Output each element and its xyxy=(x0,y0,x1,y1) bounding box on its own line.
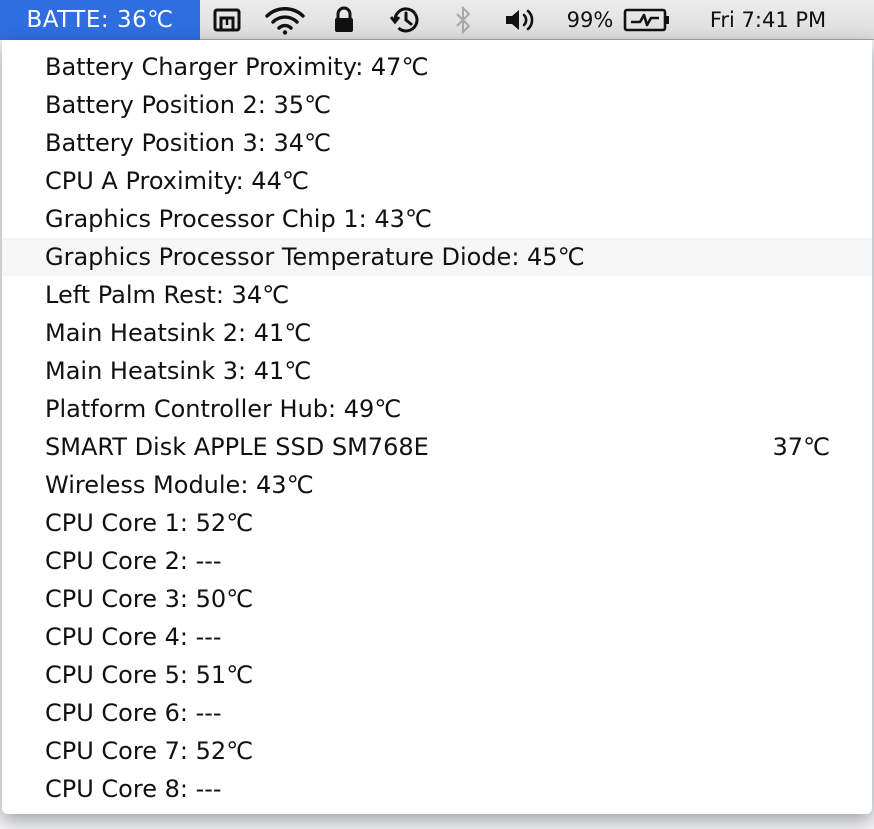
menu-item[interactable]: Wireless Module: 43℃ xyxy=(2,466,872,504)
menu-item[interactable]: CPU Core 6: --- xyxy=(2,694,872,732)
volume-icon[interactable] xyxy=(498,0,542,40)
sensor-menu-extra[interactable]: BATTE: 36℃ xyxy=(0,0,200,40)
clock[interactable]: Fri 7:41 PM xyxy=(684,0,852,40)
battery-charging-icon[interactable] xyxy=(620,0,674,40)
menu-item[interactable]: Battery Position 3: 34℃ xyxy=(2,124,872,162)
menu-item[interactable]: CPU Core 8: --- xyxy=(2,770,872,808)
sensor-menu-title: BATTE: 36℃ xyxy=(26,7,174,33)
menu-item[interactable]: Graphics Processor Chip 1: 43℃ xyxy=(2,200,872,238)
menu-item[interactable]: CPU A Proximity: 44℃ xyxy=(2,162,872,200)
menu-item[interactable]: CPU Core 5: 51℃ xyxy=(2,656,872,694)
battery-percent-label: 99% xyxy=(566,8,614,32)
menu-item[interactable]: Battery Charger Proximity: 47℃ xyxy=(2,48,872,86)
menu-item[interactable]: CPU Core 7: 52℃ xyxy=(2,732,872,770)
battery-percent[interactable]: 99% xyxy=(562,0,618,40)
time-machine-icon[interactable] xyxy=(382,0,428,40)
smart-disk-temperature: 37℃ xyxy=(772,433,831,461)
menu-item[interactable]: Left Palm Rest: 34℃ xyxy=(2,276,872,314)
clock-label: Fri 7:41 PM xyxy=(709,8,827,32)
menu-item-smart-disk[interactable]: SMART Disk APPLE SSD SM768E 37℃ xyxy=(2,428,872,466)
menu-bar: BATTE: 36℃ 99% Fri 7:41 PM xyxy=(0,0,874,40)
wifi-icon[interactable] xyxy=(258,0,312,40)
menu-item[interactable]: CPU Core 3: 50℃ xyxy=(2,580,872,618)
menu-extra-app-icon[interactable] xyxy=(205,0,249,40)
menu-item[interactable]: CPU Core 4: --- xyxy=(2,618,872,656)
sensor-dropdown-menu: Battery Charger Proximity: 47℃ Battery P… xyxy=(2,40,872,814)
menu-item[interactable]: Battery Position 2: 35℃ xyxy=(2,86,872,124)
bluetooth-icon[interactable] xyxy=(446,0,480,40)
menu-item[interactable]: Platform Controller Hub: 49℃ xyxy=(2,390,872,428)
menu-item[interactable]: CPU Core 2: --- xyxy=(2,542,872,580)
menu-item[interactable]: CPU Core 1: 52℃ xyxy=(2,504,872,542)
menu-item[interactable]: Graphics Processor Temperature Diode: 45… xyxy=(2,238,872,276)
menu-item[interactable]: Main Heatsink 3: 41℃ xyxy=(2,352,872,390)
menu-item[interactable]: Main Heatsink 2: 41℃ xyxy=(2,314,872,352)
lock-icon[interactable] xyxy=(324,0,364,40)
